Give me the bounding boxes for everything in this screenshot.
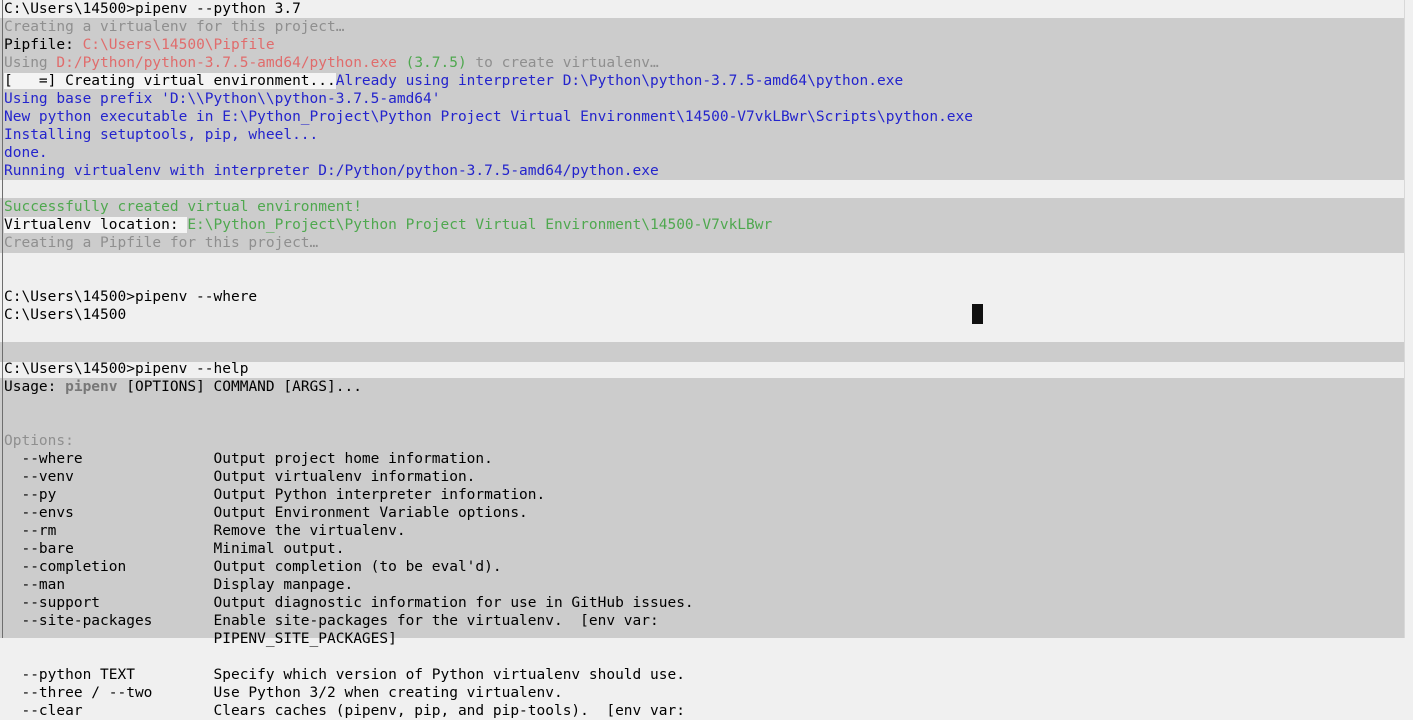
blank-line-5 xyxy=(0,342,1413,360)
text-segment: --site-packages Enable site-packages for… xyxy=(4,613,659,629)
option-site-packages-cont: PIPENV_SITE_PACKAGES] xyxy=(0,630,1413,648)
text-segment: C:\Users\14500>pipenv --where xyxy=(4,289,258,305)
option-envs: --envs Output Environment Variable optio… xyxy=(0,504,1413,522)
text-segment: Using base prefix 'D:\\Python\\python-3.… xyxy=(4,91,441,107)
text-segment: Running virtualenv with interpreter D:/P… xyxy=(4,163,659,179)
option-rm: --rm Remove the virtualenv. xyxy=(0,522,1413,540)
text-segment: Pipfile: xyxy=(4,37,83,53)
left-edge-rule xyxy=(2,0,3,638)
text-segment: pipenv xyxy=(65,379,118,395)
text-segment: --clear Clears caches (pipenv, pip, and … xyxy=(4,703,685,719)
text-segment: Installing setuptools, pip, wheel... xyxy=(4,127,319,143)
text-segment: --support Output diagnostic information … xyxy=(4,595,694,611)
text-segment xyxy=(4,325,13,341)
installing-setuptools-line: Installing setuptools, pip, wheel... xyxy=(0,126,1413,144)
text-segment: [OPTIONS] COMMAND [ARGS]... xyxy=(117,379,362,395)
text-segment: Options: xyxy=(4,433,74,449)
option-completion: --completion Output completion (to be ev… xyxy=(0,558,1413,576)
text-segment: --py Output Python interpreter informati… xyxy=(4,487,546,503)
option-bare: --bare Minimal output. xyxy=(0,540,1413,558)
pipfile-line: Pipfile: C:\Users\14500\Pipfile xyxy=(0,36,1413,54)
text-segment: (3.7.5) xyxy=(405,55,467,71)
text-segment xyxy=(4,649,13,665)
text-segment: to create virtualenv… xyxy=(466,55,659,71)
text-segment: --python TEXT Specify which version of P… xyxy=(4,667,685,683)
text-segment: E:\Python_Project\Python Project Virtual… xyxy=(187,217,773,233)
text-segment: [ =] Creating virtual environment... xyxy=(4,73,336,89)
text-segment: --venv Output virtualenv information. xyxy=(4,469,476,485)
option-where: --where Output project home information. xyxy=(0,450,1413,468)
spinner-creating-environment: [ =] Creating virtual environment...Alre… xyxy=(0,72,1413,90)
text-segment: Successfully created virtual environment… xyxy=(4,199,362,215)
done-line: done. xyxy=(0,144,1413,162)
text-segment: Already using interpreter D:\Python\pyth… xyxy=(335,73,904,89)
blank-line-7 xyxy=(0,414,1413,432)
where-output-line: C:\Users\14500 xyxy=(0,306,1413,324)
text-segment: PIPENV_SITE_PACKAGES] xyxy=(4,631,397,647)
option-three-two: --three / --two Use Python 3/2 when crea… xyxy=(0,684,1413,702)
blank-line-6 xyxy=(0,396,1413,414)
prompt-pipenv-where: C:\Users\14500>pipenv --where xyxy=(0,288,1413,306)
usage-line: Usage: pipenv [OPTIONS] COMMAND [ARGS]..… xyxy=(0,378,1413,396)
prompt-pipenv-help: C:\Users\14500>pipenv --help xyxy=(0,360,1413,378)
text-segment: Creating a virtualenv for this project… xyxy=(4,19,345,35)
option-venv: --venv Output virtualenv information. xyxy=(0,468,1413,486)
text-segment: C:\Users\14500 xyxy=(4,307,127,323)
new-python-executable-line: New python executable in E:\Python_Proje… xyxy=(0,108,1413,126)
option-py: --py Output Python interpreter informati… xyxy=(0,486,1413,504)
text-cursor xyxy=(972,304,983,324)
text-segment: Using xyxy=(4,55,57,71)
text-segment: Usage: xyxy=(4,379,66,395)
running-virtualenv-line: Running virtualenv with interpreter D:/P… xyxy=(0,162,1413,180)
blank-line-8 xyxy=(0,648,1413,666)
text-segment: C:\Users\14500>pipenv --help xyxy=(4,361,249,377)
text-segment: Creating a Pipfile for this project… xyxy=(4,235,319,251)
creating-virtualenv-notice: Creating a virtualenv for this project… xyxy=(0,18,1413,36)
text-segment: New python executable in E:\Python_Proje… xyxy=(4,109,974,125)
text-segment xyxy=(4,271,13,287)
text-segment: --bare Minimal output. xyxy=(4,541,345,557)
text-segment: C:\Users\14500\Pipfile xyxy=(82,37,275,53)
text-segment xyxy=(4,415,13,431)
text-segment: --three / --two Use Python 3/2 when crea… xyxy=(4,685,563,701)
blank-line-2 xyxy=(0,252,1413,270)
text-segment xyxy=(4,343,13,359)
virtualenv-location-line: Virtualenv location: E:\Python_Project\P… xyxy=(0,216,1413,234)
text-segment xyxy=(4,253,13,269)
option-clear-clipped: --clear Clears caches (pipenv, pip, and … xyxy=(0,702,1413,720)
option-man: --man Display manpage. xyxy=(0,576,1413,594)
text-segment: --completion Output completion (to be ev… xyxy=(4,559,502,575)
text-segment xyxy=(397,55,406,71)
text-segment: done. xyxy=(4,145,48,161)
prompt-pipenv-python: C:\Users\14500>pipenv --python 3.7 xyxy=(0,0,1413,18)
text-segment: C:\Users\14500>pipenv --python 3.7 xyxy=(4,1,301,17)
text-segment: --man Display manpage. xyxy=(4,577,354,593)
text-segment: --where Output project home information. xyxy=(4,451,493,467)
terminal-output: C:\Users\14500>pipenv --python 3.7 Creati… xyxy=(0,0,1413,720)
terminal-window[interactable]: C:\Users\14500>pipenv --python 3.7 Creati… xyxy=(0,0,1413,719)
option-support: --support Output diagnostic information … xyxy=(0,594,1413,612)
text-segment: --rm Remove the virtualenv. xyxy=(4,523,406,539)
right-edge-rule xyxy=(1404,0,1405,638)
base-prefix-line: Using base prefix 'D:\\Python\\python-3.… xyxy=(0,90,1413,108)
option-python-text: --python TEXT Specify which version of P… xyxy=(0,666,1413,684)
text-segment xyxy=(4,397,13,413)
text-segment: --envs Output Environment Variable optio… xyxy=(4,505,528,521)
text-segment xyxy=(4,181,13,197)
text-segment: Virtualenv location: xyxy=(4,217,188,233)
creating-pipfile-line: Creating a Pipfile for this project… xyxy=(0,234,1413,252)
using-interpreter-line: Using D:/Python/python-3.7.5-amd64/pytho… xyxy=(0,54,1413,72)
successfully-created-line: Successfully created virtual environment… xyxy=(0,198,1413,216)
option-site-packages: --site-packages Enable site-packages for… xyxy=(0,612,1413,630)
options-heading: Options: xyxy=(0,432,1413,450)
blank-line-3 xyxy=(0,270,1413,288)
blank-line-4 xyxy=(0,324,1413,342)
text-segment: D:/Python/python-3.7.5-amd64/python.exe xyxy=(56,55,397,71)
blank-line-1 xyxy=(0,180,1413,198)
